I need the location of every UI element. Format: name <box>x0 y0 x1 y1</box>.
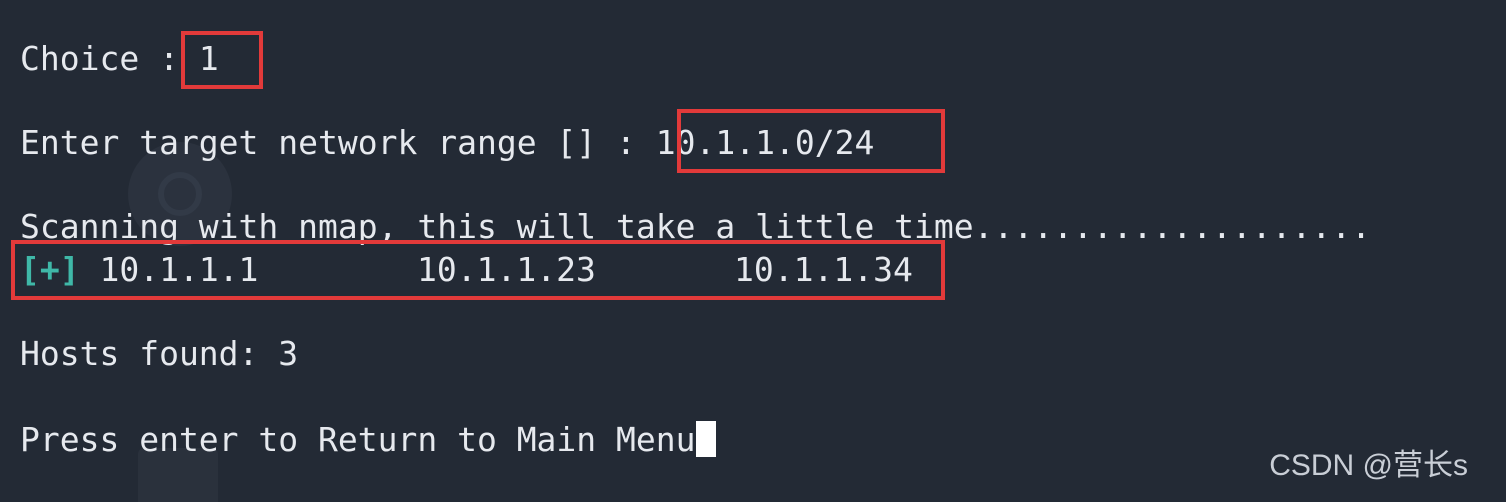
watermark: CSDN @营长s <box>1269 449 1468 482</box>
hosts-found-line: Hosts found: 3 <box>20 334 299 373</box>
return-prompt-line: Press enter to Return to Main Menu <box>20 421 716 457</box>
text-cursor <box>695 421 716 457</box>
terminal-window[interactable]: Choice : 1 Enter target network range []… <box>0 0 1506 502</box>
range-prompt: Enter target network range [] : <box>20 123 656 162</box>
return-prompt: Press enter to Return to Main Menu <box>20 420 696 459</box>
range-highlight-box <box>677 109 945 173</box>
choice-prompt: Choice : <box>20 39 199 78</box>
results-highlight-box <box>11 240 945 300</box>
scanning-line: Scanning with nmap, this will take a lit… <box>20 207 1372 246</box>
choice-highlight-box <box>181 31 263 89</box>
